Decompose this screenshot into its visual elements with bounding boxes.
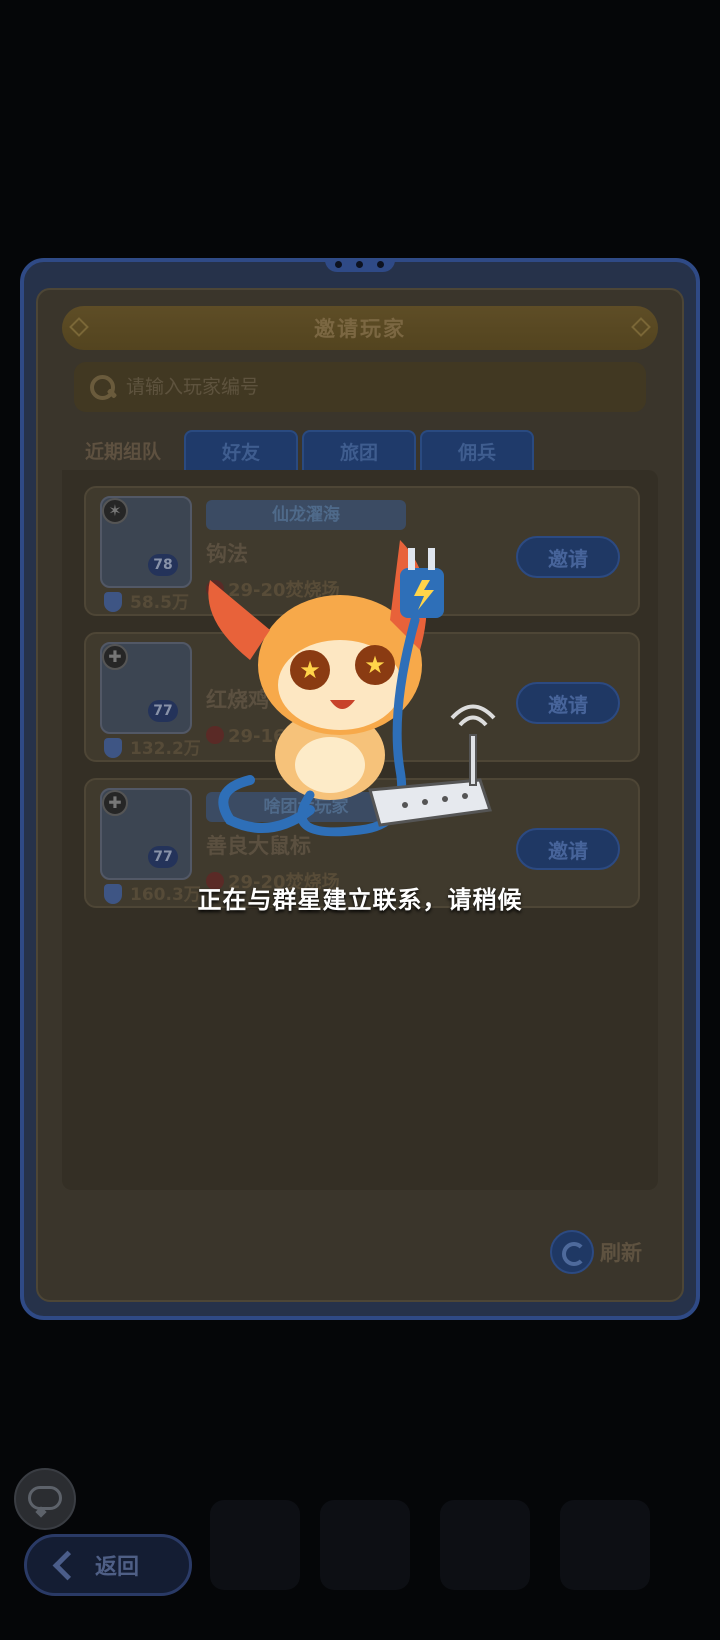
loading-mascot: ★ ★ (208, 540, 496, 837)
loading-message: 正在与群星建立联系，请稍候 (197, 886, 523, 914)
svg-text:★: ★ (299, 656, 321, 684)
router-icon (368, 704, 496, 827)
loading-overlay: ★ ★ 正在与群星建立联系，请稍候 (0, 0, 720, 1640)
svg-text:★: ★ (364, 651, 386, 679)
